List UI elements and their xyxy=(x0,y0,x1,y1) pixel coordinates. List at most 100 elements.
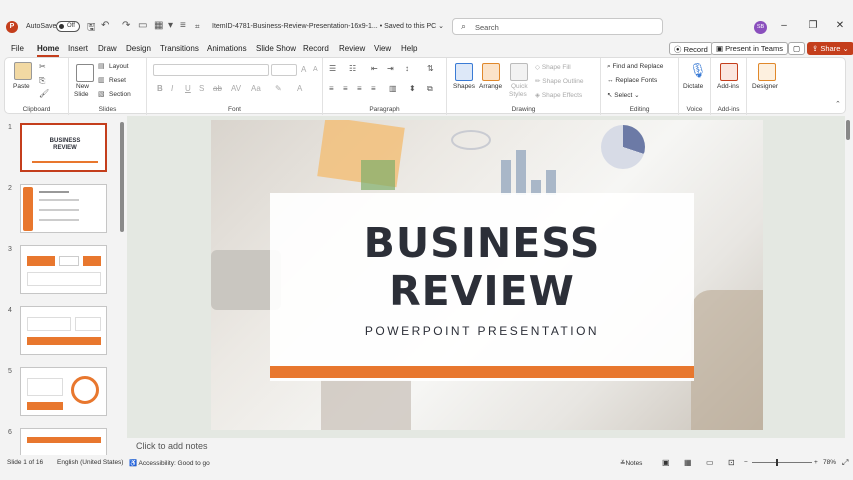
more-icon[interactable]: ▾ xyxy=(168,20,173,31)
menu-transitions[interactable]: Transitions xyxy=(160,44,199,53)
underline-icon[interactable]: U xyxy=(185,84,191,93)
change-case-icon[interactable]: Aa xyxy=(251,84,261,93)
menu-slide-show[interactable]: Slide Show xyxy=(256,44,296,53)
replace-fonts-button[interactable]: ↔ Replace Fonts xyxy=(607,77,657,84)
minimize-icon[interactable]: – xyxy=(777,20,791,31)
zoom-in-icon[interactable]: + xyxy=(814,459,818,466)
thumbnails-scrollbar[interactable] xyxy=(120,122,124,232)
slide-thumbnail-3[interactable] xyxy=(20,245,107,294)
shapes-button[interactable]: Shapes xyxy=(453,83,475,90)
menu-file[interactable]: File xyxy=(11,44,24,53)
language-status[interactable]: English (United States) xyxy=(57,459,123,466)
align-right-icon[interactable]: ≡ xyxy=(357,84,362,93)
numbering-icon[interactable]: ☷ xyxy=(349,64,356,73)
menu-help[interactable]: Help xyxy=(401,44,417,53)
collapse-ribbon-icon[interactable]: ⌃ xyxy=(835,100,841,108)
copy-icon[interactable]: ⎘ xyxy=(39,76,45,86)
decrease-indent-icon[interactable]: ⇤ xyxy=(371,64,378,73)
autosave-toggle[interactable]: Off xyxy=(56,21,80,32)
microphone-icon[interactable]: 🎙 xyxy=(689,62,707,79)
paste-icon[interactable] xyxy=(14,62,32,80)
zoom-slider[interactable] xyxy=(752,462,812,463)
align-center-icon[interactable]: ≡ xyxy=(343,84,348,93)
section-button[interactable]: Section xyxy=(109,91,131,98)
menu-home[interactable]: Home xyxy=(37,44,60,57)
format-painter-icon[interactable]: 🖌 xyxy=(39,89,49,98)
smartart-icon[interactable]: ⧉ xyxy=(427,84,433,94)
share-button[interactable]: ⇪ Share ⌄ xyxy=(807,42,853,55)
current-slide[interactable]: BUSINESS REVIEW POWERPOINT PRESENTATION xyxy=(211,120,763,430)
slide-thumbnail-5[interactable] xyxy=(20,367,107,416)
slide-thumbnail-2[interactable] xyxy=(20,184,107,233)
accessibility-status[interactable]: ♿ Accessibility: Good to go xyxy=(129,459,210,467)
menu-review[interactable]: Review xyxy=(339,44,365,53)
menu-insert[interactable]: Insert xyxy=(68,44,88,53)
increase-indent-icon[interactable]: ⇥ xyxy=(387,64,394,73)
close-icon[interactable]: ✕ xyxy=(833,20,847,31)
slide-sorter-icon[interactable]: ▦ xyxy=(684,458,692,467)
char-spacing-icon[interactable]: AV xyxy=(231,84,241,93)
avatar[interactable]: SB xyxy=(754,21,767,34)
menu-view[interactable]: View xyxy=(374,44,391,53)
arrange-icon[interactable] xyxy=(482,63,500,81)
cut-icon[interactable]: ✂ xyxy=(39,62,46,71)
line-spacing-icon[interactable]: ↕ xyxy=(405,64,409,73)
slide-thumbnail-4[interactable] xyxy=(20,306,107,355)
zoom-slider-handle[interactable] xyxy=(776,459,778,466)
normal-view-icon[interactable]: ▣ xyxy=(662,458,670,467)
restore-icon[interactable]: ❐ xyxy=(806,20,820,31)
record-button[interactable]: ⦿ Record xyxy=(669,42,713,55)
highlight-icon[interactable]: ✎ xyxy=(275,84,282,93)
document-title[interactable]: ItemID-4781-Business-Review-Presentation… xyxy=(212,22,444,30)
new-slide-label[interactable]: New xyxy=(76,83,89,90)
text-direction-icon[interactable]: ⇅ xyxy=(427,64,434,73)
bold-icon[interactable]: B xyxy=(157,84,163,93)
quick-styles-icon[interactable] xyxy=(510,63,528,81)
slideshow-icon[interactable]: ⊡ xyxy=(728,458,735,467)
save-icon[interactable]: 🖫 xyxy=(87,20,96,37)
font-size-dropdown[interactable] xyxy=(271,64,297,76)
find-replace-button[interactable]: ⌕ Find and Replace xyxy=(607,63,663,71)
arrange-button[interactable]: Arrange xyxy=(479,83,502,90)
paste-label[interactable]: Paste xyxy=(13,83,30,90)
editor-scrollbar[interactable] xyxy=(846,120,850,140)
font-name-dropdown[interactable] xyxy=(153,64,269,76)
align-text-icon[interactable]: ⬍ xyxy=(409,84,416,93)
notes-placeholder[interactable]: Click to add notes xyxy=(136,441,208,451)
menu-animations[interactable]: Animations xyxy=(207,44,247,53)
select-button[interactable]: ↖ Select ⌄ xyxy=(607,91,640,99)
search-box[interactable]: ⌕ Search xyxy=(452,18,663,35)
present-from-start-icon[interactable]: ▭ xyxy=(138,20,147,31)
title-placeholder[interactable]: BUSINESS REVIEW POWERPOINT PRESENTATION xyxy=(270,193,694,381)
grow-font-icon[interactable]: A xyxy=(301,65,306,74)
shape-outline-button[interactable]: ✏ Shape Outline xyxy=(535,77,583,85)
zoom-out-icon[interactable]: − xyxy=(744,459,748,466)
customize-toolbar-icon[interactable]: ≡ xyxy=(180,20,186,31)
new-slide-label-2[interactable]: Slide xyxy=(74,91,88,98)
slide-thumbnail-1[interactable]: BUSINESS REVIEW xyxy=(20,123,107,172)
font-color-icon[interactable]: A xyxy=(297,84,302,93)
redo-icon[interactable]: ↷ xyxy=(122,20,130,31)
menu-draw[interactable]: Draw xyxy=(98,44,117,53)
zoom-level[interactable]: 78% xyxy=(823,459,836,466)
justify-icon[interactable]: ≡ xyxy=(371,84,376,93)
slide-thumbnail-6[interactable] xyxy=(20,428,107,455)
present-in-teams-button[interactable]: ▣ Present in Teams xyxy=(711,42,788,55)
new-slide-icon[interactable] xyxy=(76,64,94,82)
comments-button[interactable]: ▢ xyxy=(788,42,806,55)
quick-styles-button-2[interactable]: Styles xyxy=(509,91,527,98)
bullets-icon[interactable]: ☰ xyxy=(329,64,336,73)
layout-button[interactable]: Layout xyxy=(109,63,129,70)
shape-fill-button[interactable]: ◇ Shape Fill xyxy=(535,63,571,71)
designer-button[interactable]: Designer xyxy=(752,83,778,90)
addins-icon[interactable] xyxy=(720,63,738,81)
undo-icon[interactable]: ↶ xyxy=(101,20,109,31)
align-left-icon[interactable]: ≡ xyxy=(329,84,334,93)
reading-view-icon[interactable]: ▭ xyxy=(706,458,714,467)
menu-record[interactable]: Record xyxy=(303,44,329,53)
strikethrough-icon[interactable]: ab xyxy=(213,84,222,93)
shadow-icon[interactable]: S xyxy=(199,84,204,93)
shapes-icon[interactable] xyxy=(455,63,473,81)
italic-icon[interactable]: I xyxy=(171,84,173,93)
menu-design[interactable]: Design xyxy=(126,44,151,53)
